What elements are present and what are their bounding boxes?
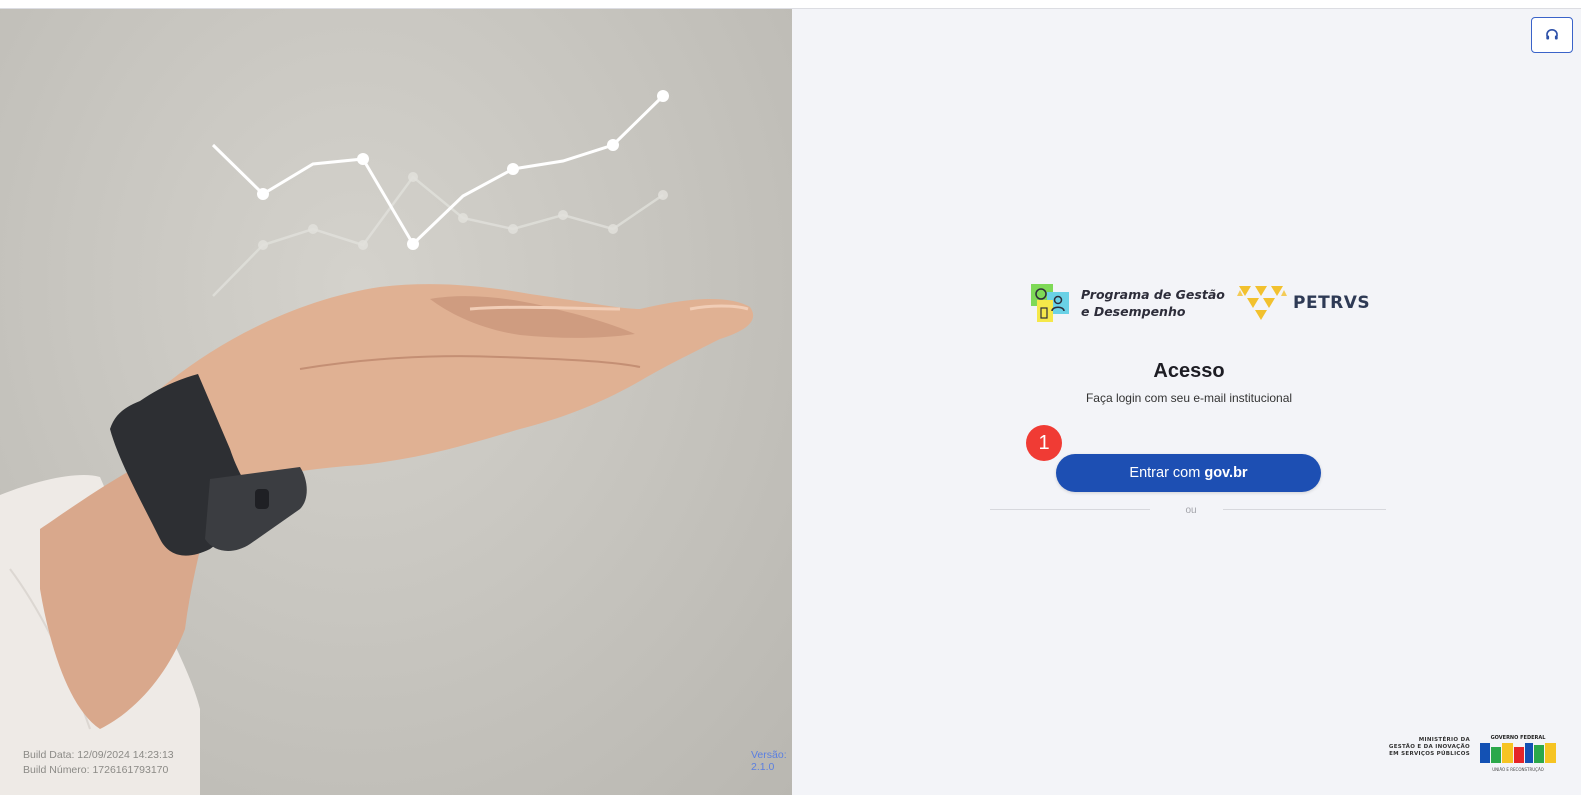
build-info: Build Data: 12/09/2024 14:23:13 Build Nú… [23,748,174,778]
browser-top-strip [0,0,1581,9]
hero-image-panel: Build Data: 12/09/2024 14:23:13 Build Nú… [0,9,792,795]
build-number: Build Número: 1726161793170 [23,764,169,776]
govbr-login-button[interactable]: Entrar com gov.br [1056,454,1321,492]
version-label: Versão: 2.1.0 [751,749,787,773]
brasil-letters [1480,743,1556,763]
govbr-button-brand: gov.br [1204,465,1248,481]
ministry-line2: GESTÃO E DA INOVAÇÃO [1388,744,1470,750]
separator-line-right [1223,509,1386,510]
support-button[interactable] [1531,17,1573,53]
hero-illustration [0,90,754,795]
ministry-line1: MINISTÉRIO DA [1418,737,1470,743]
page-subtitle: Faça login com seu e-mail institucional [1085,391,1293,405]
brand-logos: Programa de Gestão e Desempenho PETRVS [1029,281,1370,325]
petrvs-logo: PETRVS [1237,282,1370,324]
separator-label: ou [1185,505,1197,516]
page-title: Acesso [1153,360,1225,382]
petrvs-triangles-icon [1237,286,1287,320]
program-name-line1: Programa de Gestão [1081,287,1225,302]
program-name-line2: e Desempenho [1081,304,1186,319]
gov-top-text: GOVERNO FEDERAL [1491,735,1547,741]
open-hand [160,284,754,489]
ministry-line3: EM SERVIÇOS PÚBLICOS [1389,751,1470,757]
brasil-logo-mark: GOVERNO FEDERAL UNIÃO E RECONSTRUÇÃO [1480,735,1556,772]
headset-icon [1546,28,1558,40]
gov-bottom-text: UNIÃO E RECONSTRUÇÃO [1492,767,1544,772]
separator-line-left [990,509,1150,510]
annotation-badge: 1 [1026,425,1062,461]
build-date: Build Data: 12/09/2024 14:23:13 [23,749,174,761]
program-name: Programa de Gestão e Desempenho [1081,286,1231,320]
ministry-logo: MINISTÉRIO DA GESTÃO E DA INOVAÇÃO EM SE… [1375,737,1470,758]
govbr-button-prefix: Entrar com [1129,465,1201,481]
governo-federal-logo: GOVERNO FEDERAL UNIÃO E RECONSTRUÇÃO [1478,733,1558,773]
petrvs-wordmark: PETRVS [1293,293,1371,313]
background-line-chart [212,172,668,297]
pgd-logo-icon [1031,284,1069,322]
